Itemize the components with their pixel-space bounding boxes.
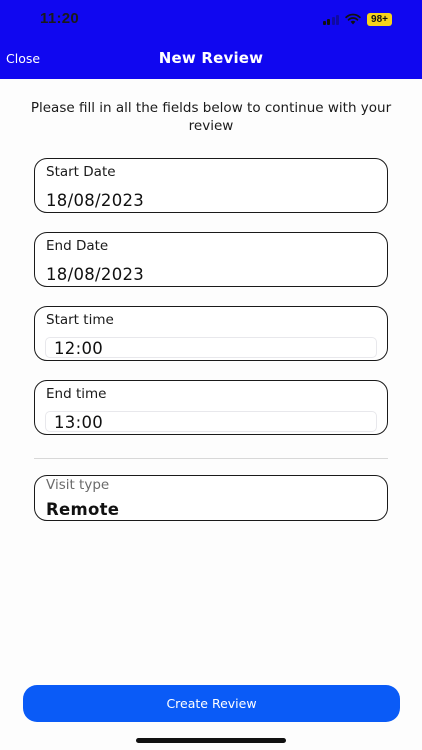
start-time-value: 12:00 (54, 339, 104, 358)
start-date-field[interactable]: Start Date 18/08/2023 (34, 158, 388, 213)
end-date-value: 18/08/2023 (46, 265, 145, 284)
end-time-field: End time 13:00 (34, 380, 388, 435)
end-date-label: End Date (46, 238, 109, 254)
end-time-picker[interactable]: 13:00 (45, 411, 377, 432)
status-icons: 98+ (322, 12, 392, 26)
start-date-value: 18/08/2023 (46, 191, 145, 210)
start-date-label: Start Date (46, 164, 116, 180)
status-time: 11:20 (40, 10, 80, 27)
battery-icon: 98+ (367, 12, 392, 26)
signal-icon (322, 14, 340, 25)
visit-type-value: Remote (46, 500, 120, 519)
page-title: New Review (158, 49, 264, 67)
new-review-screen: 11:20 98+ Close New Review Please fill i… (0, 0, 422, 750)
end-time-label: End time (46, 386, 107, 402)
start-time-field: Start time 12:00 (34, 306, 388, 361)
visit-type-label: Visit type (46, 477, 110, 493)
wifi-icon (345, 13, 361, 25)
form-instructions: Please fill in all the fields below to c… (30, 100, 392, 134)
home-indicator (136, 738, 286, 743)
end-time-value: 13:00 (54, 413, 104, 432)
start-time-label: Start time (46, 312, 114, 328)
create-review-button[interactable]: Create Review (23, 685, 400, 722)
divider (34, 458, 388, 459)
visit-type-field[interactable]: Visit type Remote (34, 475, 388, 521)
header: 11:20 98+ Close New Review (0, 0, 422, 79)
end-date-field[interactable]: End Date 18/08/2023 (34, 232, 388, 287)
start-time-picker[interactable]: 12:00 (45, 337, 377, 358)
